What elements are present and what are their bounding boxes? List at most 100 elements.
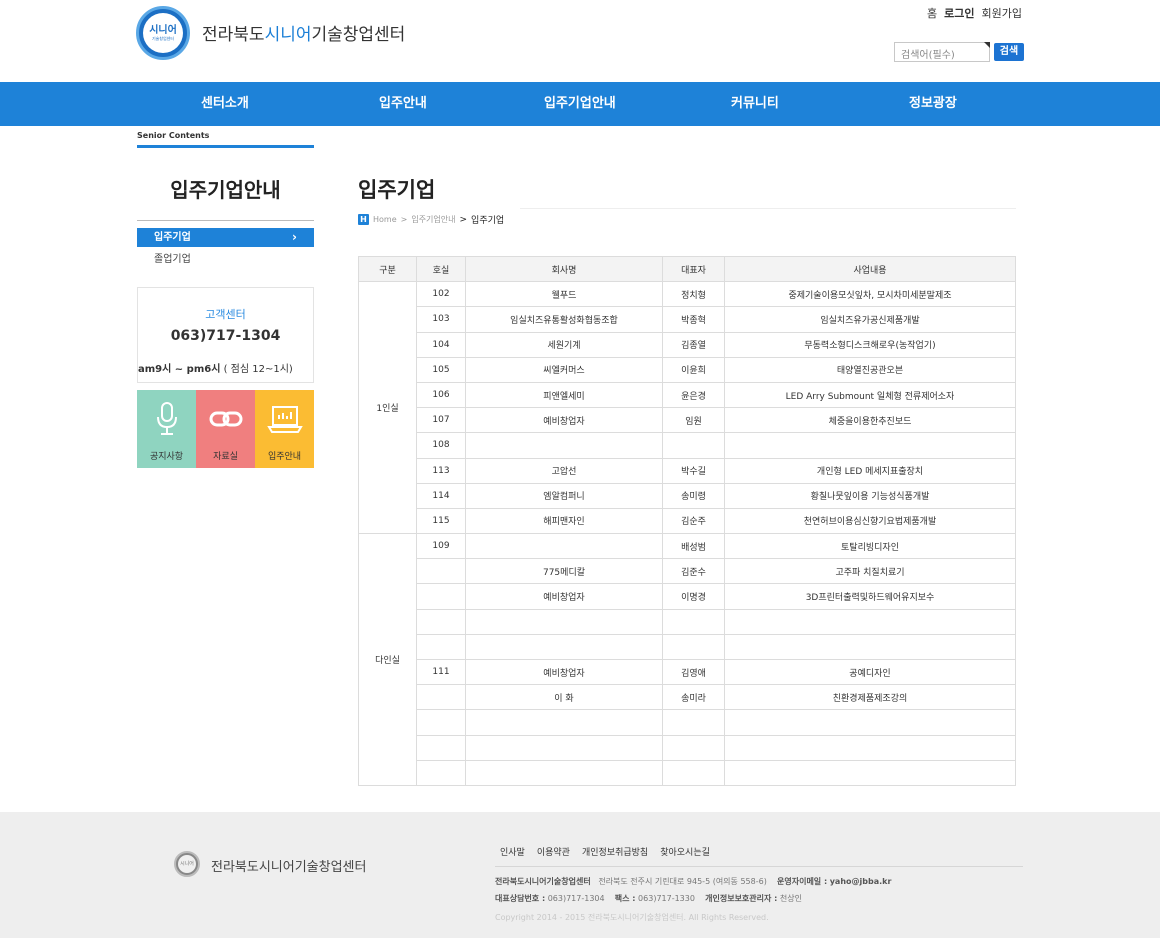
home-icon: H	[358, 214, 369, 225]
hours-rest: ( 점심 12~1시)	[220, 364, 293, 375]
breadcrumb-home[interactable]: Home	[373, 215, 397, 224]
logo-inner: 시니어 기술창업센터	[143, 13, 183, 53]
quick-button-label: 입주안내	[267, 452, 302, 462]
quick-button-move-in[interactable]: 입주안내	[255, 390, 314, 468]
footer-fax-label: 팩스 :	[614, 894, 636, 903]
nav-item-company-guide[interactable]: 입주기업안내	[544, 82, 616, 126]
footer-links: 인사말 이용약관 개인정보취급방침 찾아오시는길	[500, 845, 710, 858]
site-logo[interactable]: 시니어 기술창업센터	[136, 6, 190, 60]
cell-room	[416, 684, 466, 711]
cell-room	[416, 709, 466, 736]
footer-link-privacy[interactable]: 개인정보취급방침	[582, 845, 648, 858]
cell-room	[416, 558, 466, 585]
table-row: 114 엠알컴퍼니 송미령 황칠나뭇잎이용 기능성식품개발	[359, 482, 1016, 509]
footer: 시니어 전라북도시니어기술창업센터 인사말 이용약관 개인정보취급방침 찾아오시…	[0, 812, 1160, 938]
footer-info-line2: 대표상담번호 : 063)717-1304 팩스 : 063)717-1330 …	[495, 893, 802, 904]
cell-business: LED Arry Submount 일체형 전류제어소자	[724, 381, 1016, 409]
cell-company: 씨엘커머스	[465, 356, 663, 383]
cell-representative: 정치형	[662, 281, 725, 308]
footer-email[interactable]: yaho@jbba.kr	[830, 877, 892, 886]
table-row: 106 피앤엘세미 윤은경 LED Arry Submount 일체형 전류제어소자	[359, 381, 1016, 409]
cell-business: 친환경제품제조강의	[724, 684, 1016, 711]
cell-company	[465, 633, 663, 661]
nav-item-move-in-guide[interactable]: 입주안내	[379, 82, 427, 126]
cell-company: 피앤엘세미	[465, 381, 663, 409]
microphone-icon	[137, 400, 196, 438]
cell-company: 이 화	[465, 684, 663, 711]
nav-item-community[interactable]: 커뮤니티	[731, 82, 779, 126]
cell-room: 105	[416, 356, 466, 383]
sidebar-item-graduates[interactable]: 졸업기업	[137, 250, 314, 269]
cell-company: 예비창업자	[465, 407, 663, 434]
nav-item-info-plaza[interactable]: 정보광장	[909, 82, 957, 126]
table-row: 107 예비창업자 임원 체중을이용한추진보드	[359, 407, 1016, 434]
footer-logo-text: 시니어	[178, 855, 196, 873]
table-row: 103 임실치즈유통활성화협동조합 박종혁 임실치즈유가공신제품개발	[359, 306, 1016, 333]
cell-company: 고압선	[465, 457, 663, 484]
cell-business	[724, 759, 1016, 786]
cell-business	[724, 734, 1016, 761]
footer-link-terms[interactable]: 이용약관	[537, 845, 570, 858]
cell-representative	[662, 432, 725, 459]
quick-button-label: 공지사항	[149, 452, 184, 462]
table-row: 1인실 102 웰푸드 정치형 중제기술이용모싯잎차, 모시차미세분말제조	[358, 281, 1016, 535]
cell-representative	[662, 633, 725, 661]
cell-company: 775메디칼	[465, 558, 663, 585]
cell-company: 세원기계	[465, 331, 663, 358]
cell-representative: 송미라	[662, 684, 725, 711]
cell-business: 천연허브이용심신향기요법제품개발	[724, 507, 1016, 535]
cell-representative: 김순주	[662, 507, 725, 535]
cell-business: 황칠나뭇잎이용 기능성식품개발	[724, 482, 1016, 509]
join-link[interactable]: 회원가입	[982, 5, 1022, 21]
quick-button-notice[interactable]: 공지사항	[137, 390, 196, 468]
table-body: 1인실 102 웰푸드 정치형 중제기술이용모싯잎차, 모시차미세분말제조 103 임실치즈…	[358, 281, 1016, 786]
table-header-row: 구분 호실 회사명 대표자 사업내용	[358, 255, 1016, 283]
sidebar-item-label: 입주기업	[154, 232, 191, 243]
cell-category: 다인실	[358, 533, 417, 786]
footer-divider	[495, 866, 1023, 867]
cell-company	[465, 709, 663, 736]
quick-button-archive[interactable]: 자료실	[196, 390, 255, 468]
cell-room	[416, 583, 466, 610]
table-row: 105 씨엘커머스 이윤희 태양열진공관오븐	[359, 356, 1016, 383]
customer-center-hours: am9시 ~ pm6시 ( 점심 12~1시)	[138, 360, 313, 375]
cell-business	[724, 633, 1016, 661]
nav-item-center-intro[interactable]: 센터소개	[201, 82, 249, 126]
cell-company	[465, 759, 663, 786]
footer-link-greeting[interactable]: 인사말	[500, 845, 525, 858]
site-title[interactable]: 전라북도시니어기술창업센터	[202, 20, 405, 45]
title-divider	[520, 208, 1016, 209]
cell-business: 체중을이용한추진보드	[724, 407, 1016, 434]
table-row: 111 예비창업자 김영애 공예디자인	[359, 658, 1016, 686]
search-button[interactable]: 검색	[994, 43, 1024, 61]
cell-representative	[662, 734, 725, 761]
cell-company	[465, 432, 663, 459]
header-company: 회사명	[465, 255, 663, 283]
cell-representative: 김영애	[662, 658, 725, 686]
breadcrumb-separator: >	[400, 215, 408, 224]
home-link[interactable]: 홈	[927, 5, 937, 21]
search-input[interactable]: 검색어(필수)	[894, 42, 990, 62]
header-business: 사업내용	[724, 255, 1016, 283]
cell-representative: 윤은경	[662, 381, 725, 409]
site-title-pre: 전라북도	[202, 25, 265, 45]
login-link[interactable]: 로그인	[944, 5, 974, 21]
cell-representative: 이명경	[662, 583, 725, 610]
customer-center-phone: 063)717-1304	[170, 328, 281, 344]
sidebar-item-label: 졸업기업	[154, 254, 191, 265]
cell-company	[465, 608, 663, 635]
quick-button-label: 자료실	[213, 452, 238, 462]
cell-company: 엠알컴퍼니	[465, 482, 663, 509]
cell-room	[416, 633, 466, 661]
footer-logo: 시니어	[174, 851, 200, 877]
breadcrumb-parent[interactable]: 입주기업안내	[411, 214, 455, 225]
cell-representative: 김준수	[662, 558, 725, 585]
sidebar-item-tenants[interactable]: 입주기업 ›	[137, 228, 314, 247]
laptop-icon	[255, 400, 314, 438]
footer-link-directions[interactable]: 찾아오시는길	[660, 845, 710, 858]
table-row: 113 고압선 박수길 개인형 LED 메세지표출장치	[359, 457, 1016, 484]
chevron-right-icon: ›	[292, 230, 297, 244]
cell-representative: 배성범	[662, 533, 725, 560]
senior-divider	[137, 145, 314, 148]
cell-business: 개인형 LED 메세지표출장치	[724, 457, 1016, 484]
